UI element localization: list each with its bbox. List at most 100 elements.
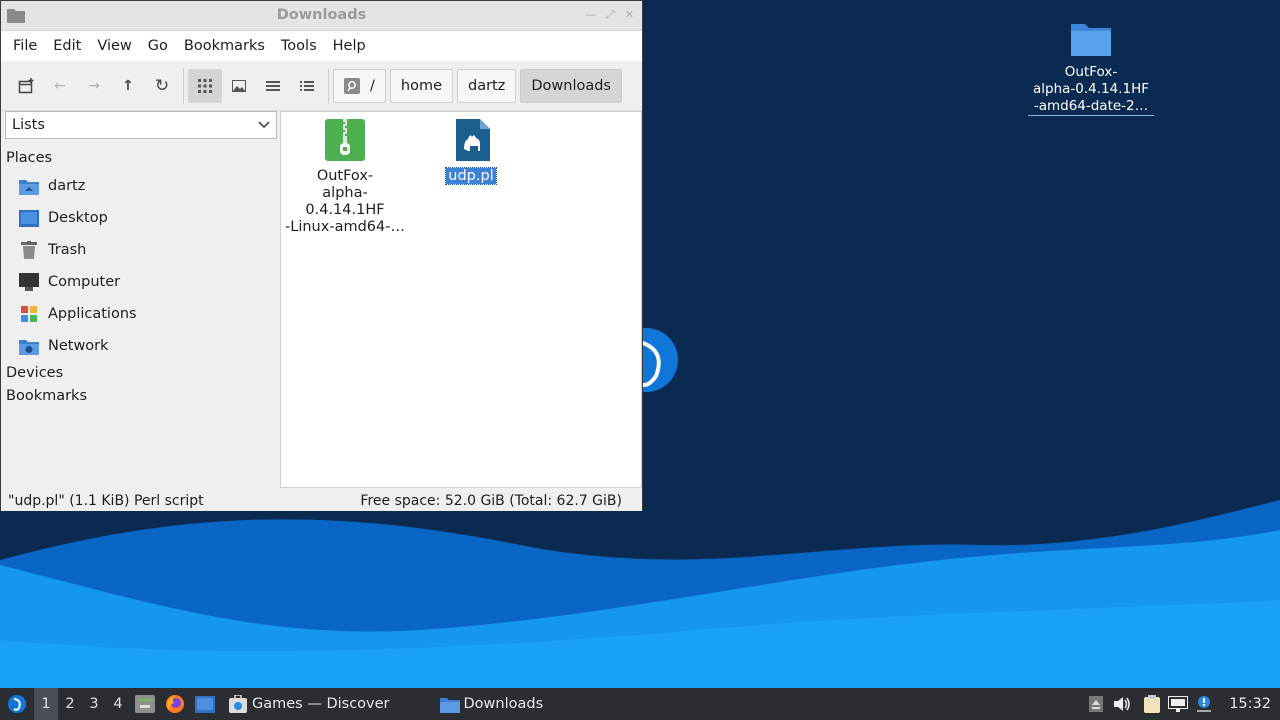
desktop-label-line: alpha-0.4.14.1HF — [1032, 81, 1150, 97]
file-label-line: OutFox- — [316, 168, 374, 184]
system-tray: 15:32 — [1083, 688, 1280, 720]
menu-help[interactable]: Help — [325, 38, 374, 54]
file-label: OutFox- alpha-0.4.14.1HF -Linux-amd64-… — [283, 168, 407, 236]
launcher-show-desktop[interactable] — [190, 688, 220, 720]
chevron-down-icon — [258, 117, 270, 133]
desktop-folder-label: OutFox- alpha-0.4.14.1HF -amd64-date-2… — [1028, 64, 1154, 116]
discover-icon — [228, 695, 248, 713]
task-label: Games — Discover — [252, 696, 390, 712]
launcher-firefox[interactable] — [160, 688, 190, 720]
menu-bar: File Edit View Go Bookmarks Tools Help — [1, 31, 642, 61]
menu-tools[interactable]: Tools — [273, 38, 325, 54]
sidebar-mode-select[interactable]: Lists — [5, 111, 277, 139]
sidebar-item-label: Desktop — [48, 210, 108, 226]
compact-view-button[interactable] — [256, 69, 290, 103]
update-notifier-icon — [1197, 696, 1212, 712]
task-label: Downloads — [463, 696, 544, 712]
file-item-udp-pl[interactable]: udp.pl — [409, 119, 533, 185]
workspace-1[interactable]: 1 — [34, 688, 58, 720]
task-downloads[interactable]: Downloads — [432, 688, 552, 720]
workspace-3[interactable]: 3 — [82, 696, 106, 712]
sidebar-item-network[interactable]: Network — [3, 330, 277, 362]
tray-volume-button[interactable] — [1109, 688, 1135, 720]
thumbnail-view-button[interactable] — [222, 69, 256, 103]
file-label-selected: udp.pl — [445, 167, 497, 185]
sidebar-item-label: Computer — [48, 274, 121, 290]
sidebar-item-label: Network — [48, 338, 109, 354]
search-icon[interactable] — [344, 77, 360, 94]
minimize-icon[interactable]: — — [585, 8, 596, 22]
sidebar: Lists Places dartz Desktop Trash Compute… — [3, 111, 277, 489]
window-controls: — ⤢ ✕ — [585, 8, 634, 22]
file-view[interactable]: OutFox- alpha-0.4.14.1HF -Linux-amd64-… … — [280, 111, 642, 488]
task-games-discover[interactable]: Games — Discover — [220, 688, 398, 720]
sidebar-item-computer[interactable]: Computer — [3, 266, 277, 298]
forward-button[interactable]: → — [77, 69, 111, 103]
title-bar[interactable]: Downloads — ⤢ ✕ — [1, 1, 642, 31]
launcher-file-manager[interactable] — [130, 688, 160, 720]
sidebar-item-dartz[interactable]: dartz — [3, 170, 277, 202]
breadcrumb-root[interactable]: / — [333, 68, 386, 103]
network-icon — [19, 337, 39, 355]
toolbar-separator — [328, 67, 329, 104]
start-menu-button[interactable] — [0, 688, 34, 720]
menu-edit[interactable]: Edit — [45, 38, 89, 54]
up-button[interactable]: ↑ — [111, 69, 145, 103]
maximize-icon[interactable]: ⤢ — [606, 8, 615, 22]
desktop-folder-outfox[interactable]: OutFox- alpha-0.4.14.1HF -amd64-date-2… — [1028, 18, 1154, 116]
menu-go[interactable]: Go — [140, 38, 176, 54]
breadcrumb-home[interactable]: home — [389, 68, 453, 103]
sidebar-item-desktop[interactable]: Desktop — [3, 202, 277, 234]
status-free-space: Free space: 52.0 GiB (Total: 62.7 GiB) — [360, 492, 622, 509]
back-button[interactable]: ← — [43, 69, 77, 103]
tray-network-button[interactable] — [1165, 688, 1191, 720]
file-item-outfox-archive[interactable]: OutFox- alpha-0.4.14.1HF -Linux-amd64-… — [283, 119, 407, 236]
applications-icon — [19, 305, 39, 323]
breadcrumb-dartz[interactable]: dartz — [457, 68, 517, 103]
sidebar-item-label: dartz — [48, 178, 86, 194]
detail-view-button[interactable] — [290, 69, 324, 103]
status-selection-info: "udp.pl" (1.1 KiB) Perl script — [8, 492, 204, 509]
details-icon — [300, 80, 314, 91]
file-label-line: -Linux-amd64-… — [285, 219, 405, 235]
places-heading[interactable]: Places — [3, 147, 277, 170]
breadcrumb-downloads[interactable]: Downloads — [520, 68, 622, 103]
lubuntu-logo-icon — [8, 695, 26, 713]
reload-button[interactable]: ↻ — [145, 69, 179, 103]
workspace-4[interactable]: 4 — [106, 696, 130, 712]
archive-icon — [325, 119, 365, 161]
sidebar-mode-value: Lists — [12, 117, 45, 133]
perl-script-icon — [451, 119, 491, 161]
desktop-icon — [19, 209, 39, 227]
breadcrumb-label: / — [370, 77, 375, 94]
folder-icon — [1070, 18, 1112, 58]
clipboard-icon — [1144, 695, 1161, 713]
reload-icon: ↻ — [154, 75, 170, 96]
image-icon — [232, 79, 246, 92]
file-label-line: alpha-0.4.14.1HF — [305, 185, 385, 218]
menu-bookmarks[interactable]: Bookmarks — [176, 38, 273, 54]
folder-icon — [439, 695, 460, 713]
devices-heading[interactable]: Devices — [3, 362, 277, 385]
desktop-icon — [195, 695, 215, 713]
home-folder-icon — [19, 177, 39, 195]
bookmarks-heading[interactable]: Bookmarks — [3, 385, 277, 408]
tray-update-notifier-button[interactable] — [1191, 688, 1217, 720]
clock[interactable]: 15:32 — [1217, 696, 1280, 712]
close-icon[interactable]: ✕ — [625, 8, 634, 22]
menu-view[interactable]: View — [89, 38, 139, 54]
tray-eject-button[interactable] — [1083, 688, 1109, 720]
workspace-2[interactable]: 2 — [58, 696, 82, 712]
desktop-label-line: -amd64-date-2… — [1033, 98, 1149, 114]
sidebar-item-applications[interactable]: Applications — [3, 298, 277, 330]
network-icon — [1168, 696, 1189, 712]
new-tab-icon — [18, 77, 34, 93]
sidebar-item-trash[interactable]: Trash — [3, 234, 277, 266]
window-title: Downloads — [276, 7, 367, 23]
new-tab-button[interactable] — [9, 69, 43, 103]
icon-view-button[interactable] — [188, 68, 222, 103]
tray-clipboard-button[interactable] — [1139, 688, 1165, 720]
menu-file[interactable]: File — [5, 38, 45, 54]
file-manager-window: Downloads — ⤢ ✕ File Edit View Go Bookma… — [0, 0, 643, 511]
computer-icon — [19, 273, 39, 291]
